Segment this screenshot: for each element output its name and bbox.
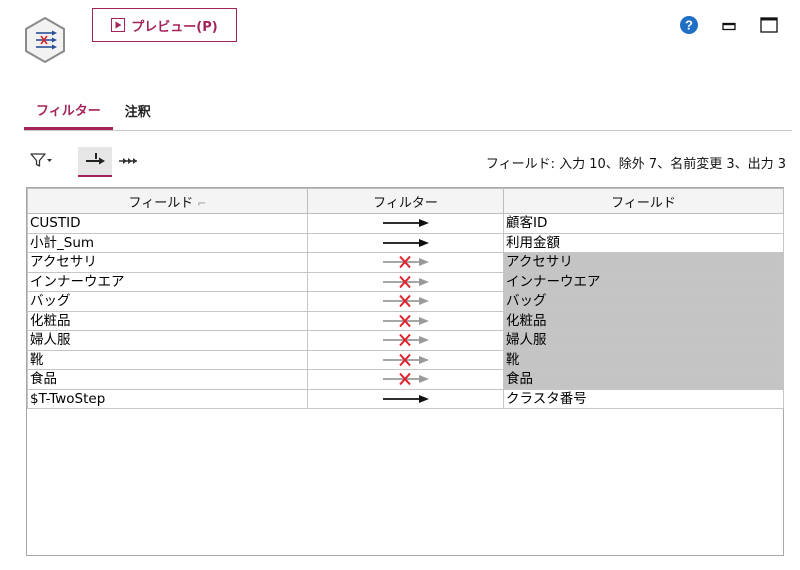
output-field-cell[interactable]: 婦人服 [503,330,784,351]
output-field-cell[interactable]: 食品 [503,369,784,390]
blocked-arrow-icon [309,372,503,386]
output-field-cell[interactable]: クラスタ番号 [503,388,784,409]
filter-toggle-cell[interactable] [307,310,504,331]
output-field-cell[interactable]: 化粧品 [503,310,784,331]
tab-annotation[interactable]: 注釈 [113,92,163,129]
view-multi-button[interactable] [112,147,146,177]
table-row[interactable]: 靴靴 [27,349,784,370]
input-field-cell: 食品 [27,369,308,390]
pass-arrow-icon [309,217,503,229]
filter-toggle-cell[interactable] [307,330,504,351]
tab-bar: フィルター 注釈 [24,92,792,131]
output-field-cell[interactable]: アクセサリ [503,252,784,273]
view-single-button[interactable] [78,147,112,177]
input-field-cell: 婦人服 [27,330,308,351]
table-row[interactable]: CUSTID 顧客ID [27,213,784,234]
table-row[interactable]: 小計_Sum 利用金額 [27,232,784,253]
blocked-arrow-icon [309,255,503,269]
table-row[interactable]: 化粧品 化粧品 [27,310,784,331]
filter-toggle-cell[interactable] [307,232,504,253]
filter-toggle-cell[interactable] [307,252,504,273]
preview-button[interactable]: プレビュー(P) [92,8,237,42]
output-field-cell[interactable]: バッグ [503,291,784,312]
blocked-arrow-icon [309,294,503,308]
input-field-cell: インナーウエア [27,271,308,292]
input-field-cell: 化粧品 [27,310,308,331]
input-field-cell: アクセサリ [27,252,308,273]
filter-toggle-cell[interactable] [307,291,504,312]
field-filter-table: フィールド ⌐ フィルター フィールド CUSTID 顧客ID 小計_Sum 利用金額ア… [26,187,784,556]
field-summary: フィールド: 入力 10、除外 7、名前変更 3、出力 3 [485,156,786,172]
filter-toggle-cell[interactable] [307,349,504,370]
output-field-cell[interactable]: 靴 [503,349,784,370]
filter-toggle-cell[interactable] [307,388,504,409]
svg-text:?: ? [685,18,693,33]
filter-toggle-cell[interactable] [307,369,504,390]
output-field-cell[interactable]: インナーウエア [503,271,784,292]
tab-filter[interactable]: フィルター [24,92,113,130]
single-arrow-view-icon [84,151,106,171]
table-row[interactable]: インナーウエア インナーウエア [27,271,784,292]
pass-arrow-icon [309,393,503,405]
table-row[interactable]: 婦人服 婦人服 [27,330,784,351]
blocked-arrow-icon [309,314,503,328]
header-filter[interactable]: フィルター [307,188,504,214]
table-row[interactable]: 食品 食品 [27,369,784,390]
header-output-field[interactable]: フィールド [503,188,784,214]
maximize-icon[interactable] [758,14,780,36]
minimize-icon[interactable] [718,14,740,36]
table-row[interactable]: $T-TwoStep クラスタ番号 [27,388,784,409]
filter-toggle-cell[interactable] [307,271,504,292]
header-input-field[interactable]: フィールド ⌐ [27,188,308,214]
input-field-cell: 小計_Sum [27,232,308,253]
window-controls: ? [678,14,780,36]
help-icon[interactable]: ? [678,14,700,36]
input-field-cell: バッグ [27,291,308,312]
input-field-cell: 靴 [27,349,308,370]
sort-indicator-icon: ⌐ [197,196,207,210]
preview-label: プレビュー(P) [131,19,218,35]
filter-options-button[interactable] [24,147,58,177]
filter-node-icon [24,16,66,64]
blocked-arrow-icon [309,333,503,347]
table-header-row: フィールド ⌐ フィルター フィールド [27,188,784,214]
table-row[interactable]: バッグ バッグ [27,291,784,312]
input-field-cell: CUSTID [27,213,308,234]
filter-toggle-cell[interactable] [307,213,504,234]
play-icon [111,18,126,32]
multi-arrow-view-icon [117,153,141,172]
pass-arrow-icon [309,237,503,249]
blocked-arrow-icon [309,353,503,367]
input-field-cell: $T-TwoStep [27,388,308,409]
filter-funnel-icon [29,152,53,172]
table-row[interactable]: アクセサリ アクセサリ [27,252,784,273]
output-field-cell[interactable]: 顧客ID [503,213,784,234]
filter-toolbar: フィールド: 入力 10、除外 7、名前変更 3、出力 3 [24,146,786,178]
output-field-cell[interactable]: 利用金額 [503,232,784,253]
blocked-arrow-icon [309,275,503,289]
